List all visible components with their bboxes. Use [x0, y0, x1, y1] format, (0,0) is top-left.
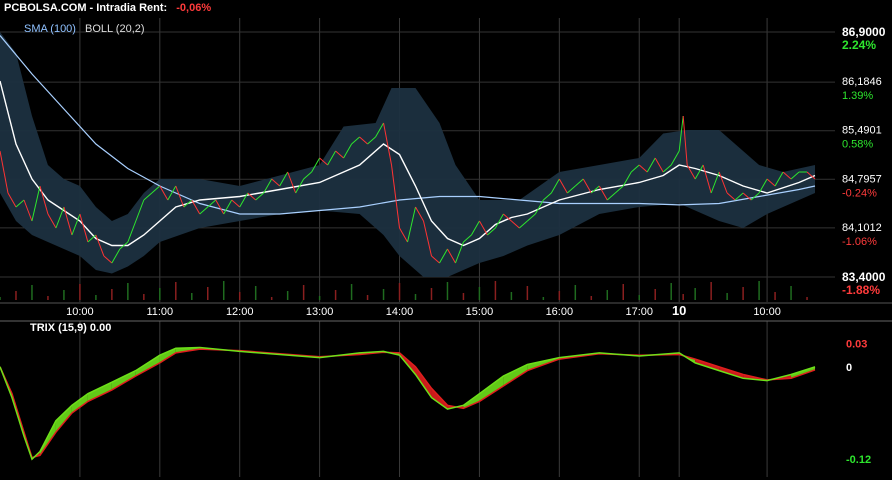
sma-legend: SMA (100) [24, 23, 76, 35]
rent-value: -0,06% [176, 2, 212, 14]
time-tick-label: 10 [672, 303, 686, 318]
pct-tick-label: 1.39% [842, 90, 873, 102]
trix-legend: TRIX (15,9) 0.00 [30, 322, 112, 334]
price-tick-label: 85,4901 [842, 125, 882, 137]
price-tick-label: 86,1846 [842, 76, 882, 88]
price-tick-label: 83,4000 [842, 270, 886, 284]
pct-tick-label: -1.88% [842, 283, 880, 297]
pct-tick-label: -1.06% [842, 236, 877, 248]
time-tick-label: 11:00 [146, 306, 173, 318]
chart-header: PCBOLSA.COM - Intradia Rent: -0,06% [4, 2, 211, 14]
time-tick-label: 16:00 [546, 306, 574, 318]
price-tick-label: 86,9000 [842, 25, 886, 39]
time-tick-label: 10:00 [66, 306, 94, 318]
trix-tick-label: 0.03 [846, 339, 867, 351]
pct-tick-label: -0.24% [842, 187, 877, 199]
boll-legend: BOLL (20,2) [85, 23, 145, 35]
price-tick-label: 84,1012 [842, 222, 882, 234]
rent-label: Rent: [139, 2, 168, 14]
time-tick-label: 14:00 [386, 306, 414, 318]
time-tick-label: 13:00 [306, 306, 334, 318]
trix-tick-label: 0 [846, 362, 852, 374]
time-tick-label: 12:00 [226, 306, 254, 318]
pct-tick-label: 0.58% [842, 139, 873, 151]
pct-tick-label: 2.24% [842, 38, 876, 52]
time-tick-label: 10:00 [753, 306, 781, 318]
indicator-legend: SMA (100) BOLL (20,2) [24, 23, 145, 35]
trix-tick-label: -0.12 [846, 454, 871, 466]
time-tick-label: 15:00 [466, 306, 494, 318]
trix-line [0, 346, 816, 461]
chart-canvas: 86,90002.24% 86,1846 1.39% 85,4901 0.58% 84,7… [0, 18, 892, 477]
price-tick-label: 84,7957 [842, 173, 882, 185]
trix-fill [503, 364, 528, 387]
site-title: PCBOLSA.COM - Intradia [4, 2, 137, 14]
time-tick-label: 17:00 [625, 306, 653, 318]
